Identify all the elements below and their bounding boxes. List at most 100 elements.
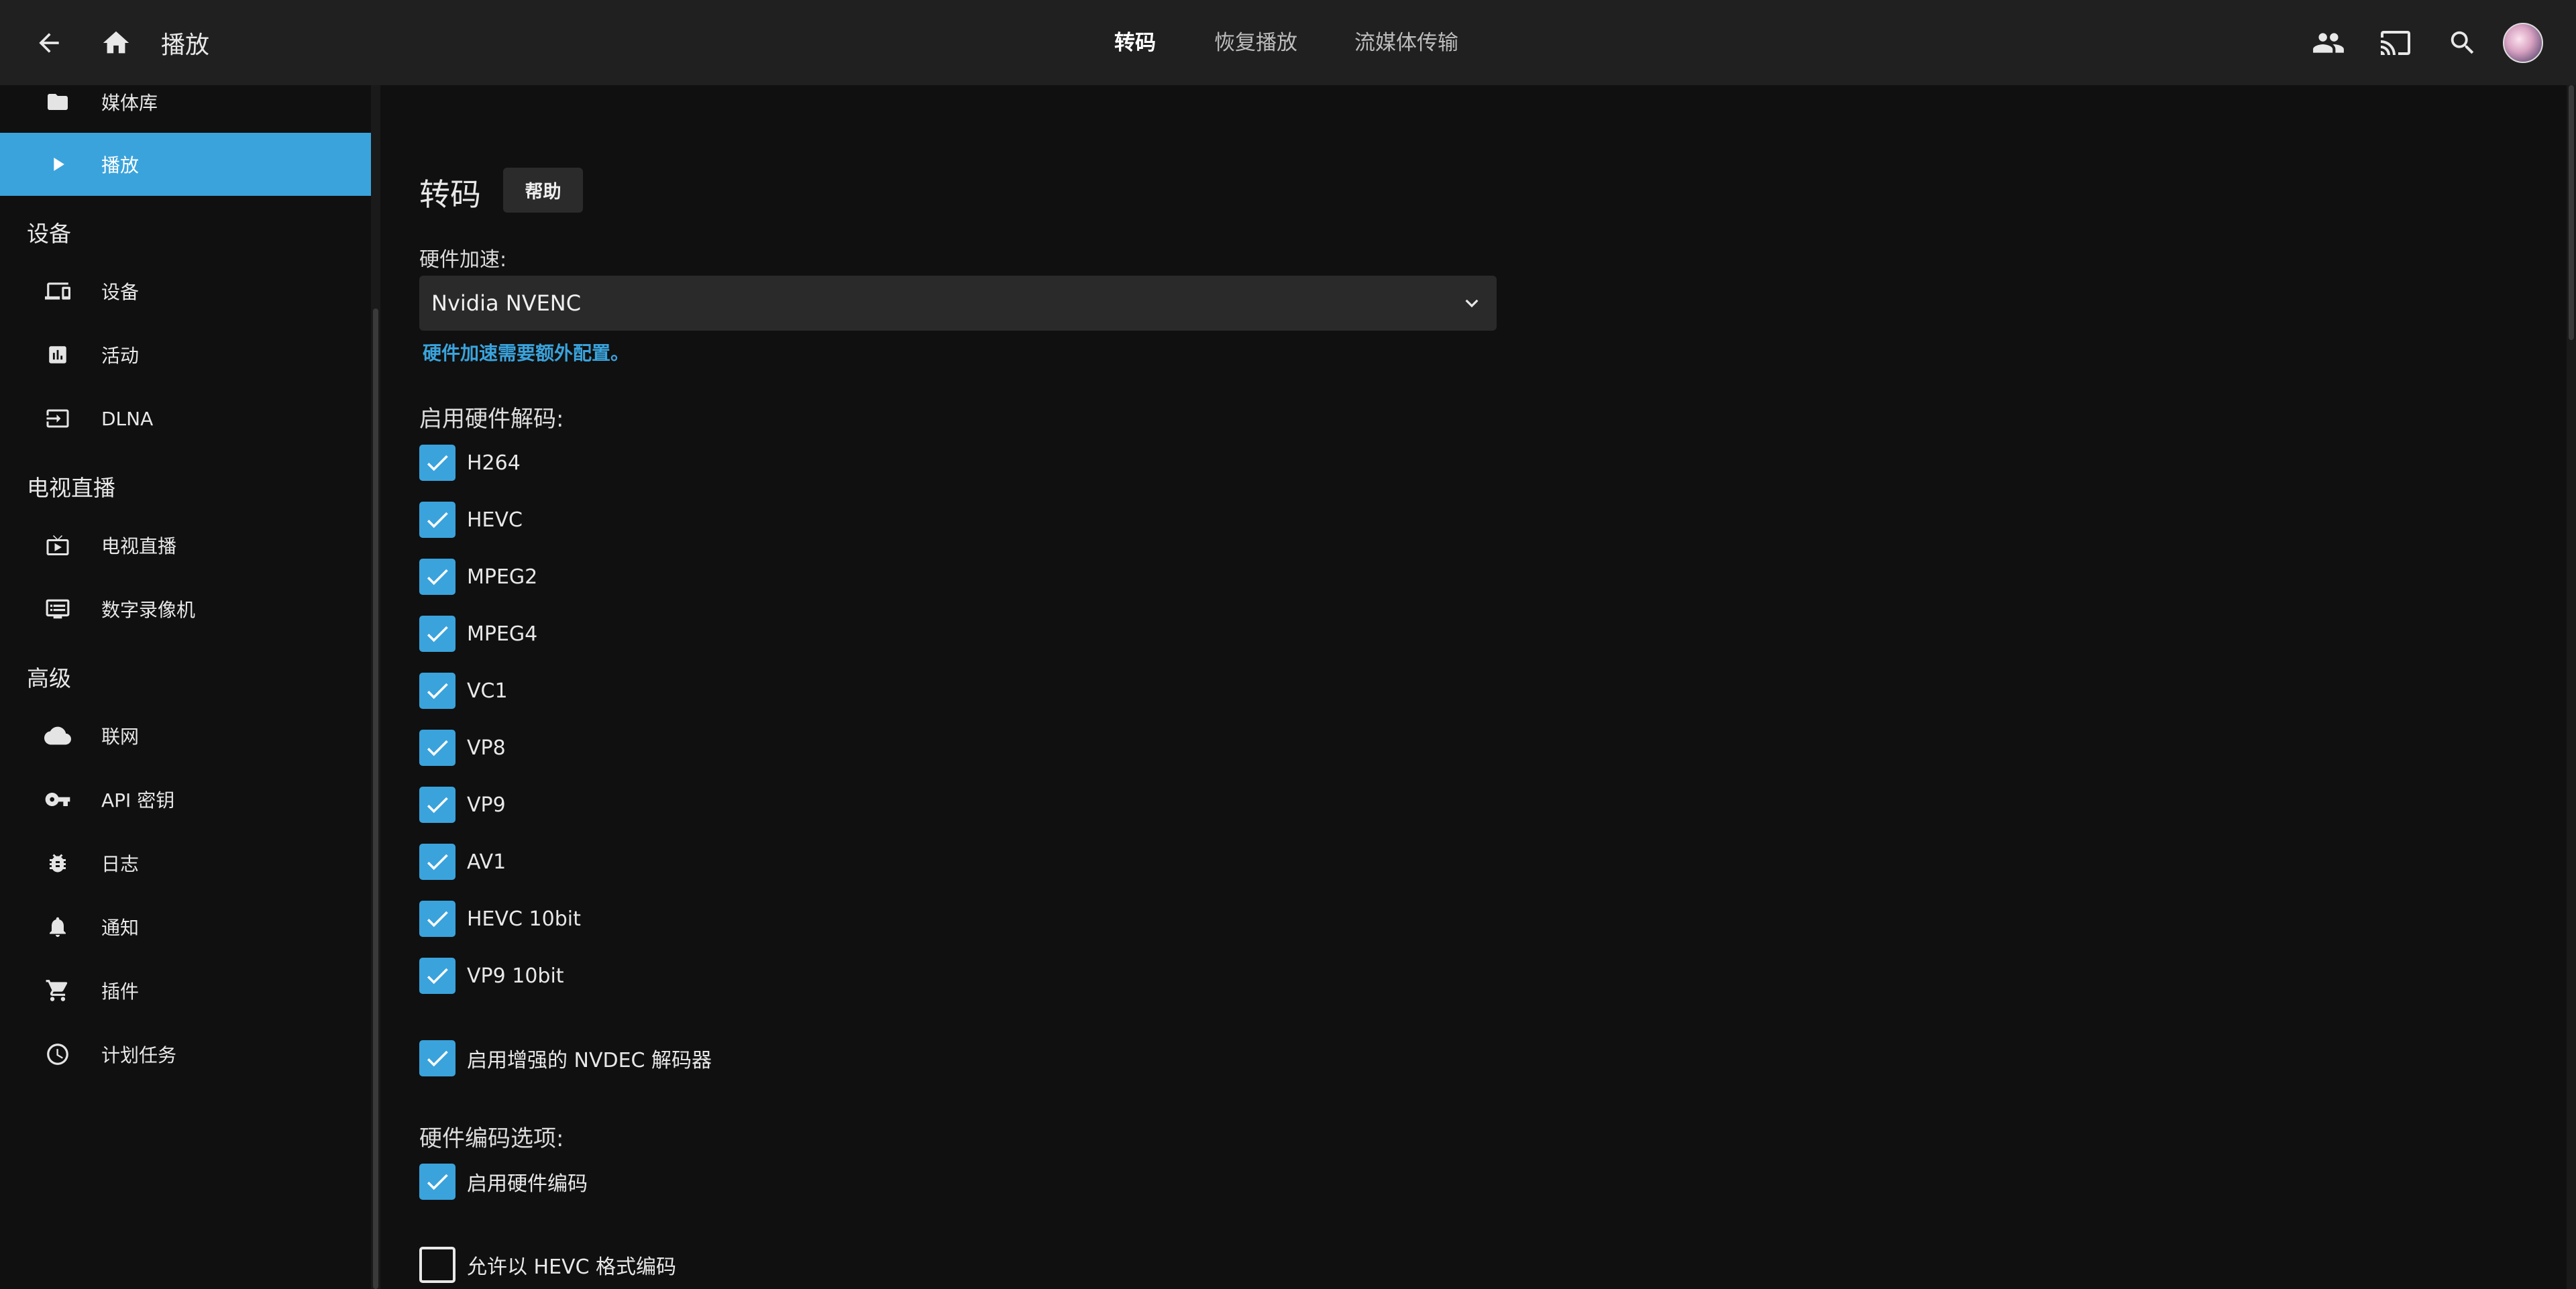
sidebar-item-label: 计划任务 <box>101 1044 177 1066</box>
sidebar-item-plugins[interactable]: 插件 <box>0 959 371 1022</box>
cloud-icon <box>42 720 74 752</box>
sidebar-heading-livetv: 电视直播 <box>27 475 115 501</box>
hw-encode-heading: 硬件编码选项: <box>419 1125 564 1152</box>
checkbox-label: VP8 <box>467 736 506 760</box>
decoder-checkbox-row[interactable]: AV1 <box>419 842 506 881</box>
checkbox-label: VP9 <box>467 793 506 817</box>
hw-accel-select[interactable]: Nvidia NVENC <box>419 276 1497 331</box>
enable-hw-encode-row[interactable]: 启用硬件编码 <box>419 1162 588 1201</box>
activity-icon <box>42 339 74 371</box>
checkbox[interactable] <box>419 1040 455 1076</box>
hw-decode-heading: 启用硬件解码: <box>419 406 564 433</box>
sidebar-item-dlna[interactable]: DLNA <box>0 387 371 450</box>
decoder-checkbox-row[interactable]: HEVC 10bit <box>419 899 581 938</box>
hw-accel-help-link[interactable]: 硬件加速需要额外配置。 <box>423 339 629 366</box>
sidebar-item-label: 数字录像机 <box>101 599 196 621</box>
checkbox-label: 启用硬件编码 <box>467 1172 588 1196</box>
nvdec-checkbox-row[interactable]: 启用增强的 NVDEC 解码器 <box>419 1039 712 1078</box>
checkbox[interactable] <box>419 1247 455 1283</box>
sidebar-item-dvr[interactable]: 数字录像机 <box>0 577 371 640</box>
chevron-down-icon <box>1459 290 1485 316</box>
folder-icon <box>42 86 74 118</box>
sidebar-item-label: 活动 <box>101 345 140 367</box>
sidebar-item-notifications[interactable]: 通知 <box>0 895 371 958</box>
back-arrow-icon[interactable] <box>28 22 70 64</box>
help-button[interactable]: 帮助 <box>503 168 583 213</box>
checkbox-label: VP9 10bit <box>467 964 564 988</box>
decoder-checkbox-row[interactable]: VC1 <box>419 671 508 710</box>
sidebar-item-label: 日志 <box>101 853 140 875</box>
checkbox[interactable] <box>419 787 455 823</box>
checkbox[interactable] <box>419 673 455 709</box>
tab-streaming[interactable]: 流媒体传输 <box>1354 25 1458 56</box>
sidebar-item-playback[interactable]: 播放 <box>0 133 371 196</box>
sidebar-item-livetv[interactable]: 电视直播 <box>0 514 371 577</box>
sidebar-item-library[interactable]: 媒体库 <box>0 70 371 133</box>
checkbox[interactable] <box>419 616 455 652</box>
checkbox-label: HEVC <box>467 508 523 532</box>
sidebar-item-scheduled-tasks[interactable]: 计划任务 <box>0 1023 371 1086</box>
sidebar-item-label: 电视直播 <box>101 535 177 557</box>
sidebar-item-label: 通知 <box>101 917 140 939</box>
sidebar-item-label: 设备 <box>101 281 140 303</box>
users-icon[interactable] <box>2308 22 2349 64</box>
decoder-checkbox-row[interactable]: VP8 <box>419 728 506 767</box>
sidebar-item-label: 插件 <box>101 980 140 1003</box>
tab-resume[interactable]: 恢复播放 <box>1214 25 1297 56</box>
checkbox-label: HEVC 10bit <box>467 907 581 931</box>
checkbox[interactable] <box>419 502 455 538</box>
avatar[interactable] <box>2503 23 2543 63</box>
decoder-checkbox-row[interactable]: VP9 <box>419 785 506 824</box>
search-icon[interactable] <box>2442 22 2483 64</box>
checkbox[interactable] <box>419 844 455 880</box>
decoder-checkbox-row[interactable]: H264 <box>419 443 521 482</box>
app-header: 播放 转码 恢复播放 流媒体传输 <box>0 0 2576 85</box>
decoder-checkbox-row[interactable]: VP9 10bit <box>419 956 564 995</box>
dvr-icon <box>42 593 74 625</box>
main-scrollbar-thumb[interactable] <box>2569 85 2574 340</box>
sidebar-scrollbar-thumb[interactable] <box>373 309 378 1289</box>
tab-transcoding[interactable]: 转码 <box>1114 25 1156 56</box>
sidebar-item-api-keys[interactable]: API 密钥 <box>0 768 371 831</box>
decoder-checkbox-row[interactable]: MPEG4 <box>419 614 537 653</box>
sidebar-item-label: DLNA <box>101 407 154 430</box>
page-title: 播放 <box>161 32 210 59</box>
checkbox-label: 允许以 HEVC 格式编码 <box>467 1255 677 1279</box>
checkbox-label: H264 <box>467 451 521 475</box>
home-icon[interactable] <box>95 22 137 64</box>
checkbox[interactable] <box>419 958 455 994</box>
decoder-checkbox-row[interactable]: MPEG2 <box>419 557 537 596</box>
checkbox-label: VC1 <box>467 679 508 703</box>
key-icon <box>42 783 74 816</box>
sidebar-item-label: 联网 <box>101 726 140 748</box>
input-icon <box>42 402 74 435</box>
allow-hevc-row[interactable]: 允许以 HEVC 格式编码 <box>419 1245 676 1284</box>
sidebar-item-networking[interactable]: 联网 <box>0 704 371 767</box>
clock-icon <box>42 1038 74 1070</box>
play-icon <box>42 148 74 180</box>
checkbox[interactable] <box>419 730 455 766</box>
sidebar-item-label: API 密钥 <box>101 789 175 811</box>
sidebar-heading-advanced: 高级 <box>27 665 71 691</box>
checkbox-label: MPEG2 <box>467 565 538 589</box>
bug-icon <box>42 847 74 879</box>
checkbox-label: AV1 <box>467 850 506 874</box>
checkbox[interactable] <box>419 901 455 937</box>
cart-icon <box>42 974 74 1007</box>
sidebar-item-label: 播放 <box>101 154 140 176</box>
devices-icon <box>42 275 74 307</box>
hw-accel-label: 硬件加速: <box>419 248 507 272</box>
checkbox-label: 启用增强的 NVDEC 解码器 <box>467 1049 712 1072</box>
cast-icon[interactable] <box>2375 22 2416 64</box>
checkbox[interactable] <box>419 1164 455 1200</box>
sidebar-item-activity[interactable]: 活动 <box>0 323 371 386</box>
checkbox[interactable] <box>419 559 455 595</box>
hw-accel-value: Nvidia NVENC <box>431 290 582 316</box>
sidebar-item-devices[interactable]: 设备 <box>0 260 371 323</box>
sidebar-heading-devices: 设备 <box>27 221 71 247</box>
live-tv-icon <box>42 529 74 561</box>
checkbox[interactable] <box>419 445 455 481</box>
section-title: 转码 <box>419 176 481 213</box>
sidebar-item-logs[interactable]: 日志 <box>0 832 371 895</box>
decoder-checkbox-row[interactable]: HEVC <box>419 500 523 539</box>
